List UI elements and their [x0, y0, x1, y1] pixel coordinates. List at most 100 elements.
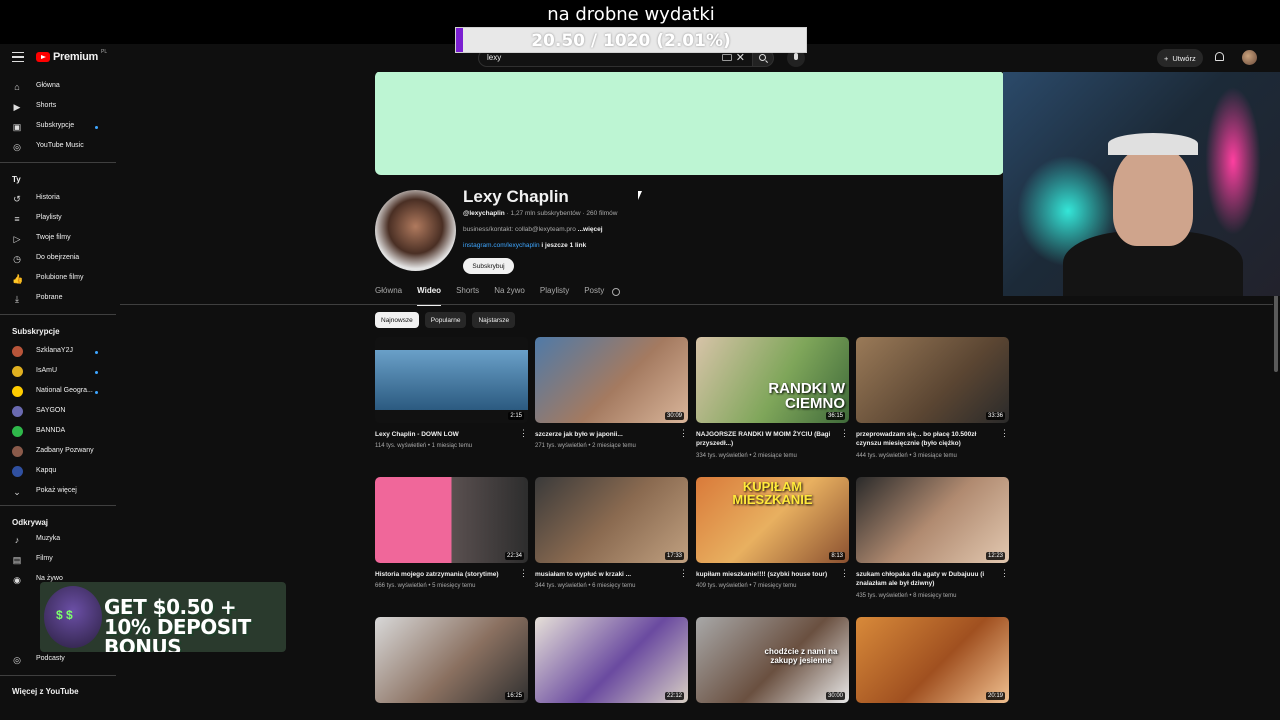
sidebar-item-twoje-filmy[interactable]: ▷ Twoje filmy — [0, 229, 116, 249]
video-card[interactable]: 17:33 musiałam to wypłuć w krzaki ... ⋮ 344… — [535, 477, 688, 589]
more-options-icon[interactable]: ⋮ — [840, 429, 849, 438]
menu-icon[interactable] — [12, 52, 24, 62]
channel-search-icon[interactable] — [612, 288, 620, 296]
video-title[interactable]: przeprowadzam się... bo płacę 10.500zł c… — [856, 430, 996, 448]
more-options-icon[interactable]: ⋮ — [679, 569, 688, 578]
video-thumbnail[interactable]: 22:12 — [535, 617, 688, 703]
subscription-item[interactable]: BANNDA — [0, 422, 116, 442]
you-heading[interactable]: Ty — [12, 175, 21, 184]
video-meta: 114 tys. wyświetleń • 1 miesiąc temu — [375, 443, 473, 449]
more-options-icon[interactable]: ⋮ — [1000, 569, 1009, 578]
subscription-item[interactable]: Kapqu — [0, 462, 116, 482]
video-title[interactable]: szczerze jak było w japonii... — [535, 430, 675, 439]
video-card[interactable]: 20:19 — [856, 617, 1009, 703]
sidebar-item-youtube-music[interactable]: ◎ YouTube Music — [0, 137, 116, 157]
video-thumbnail[interactable]: chodźcie z nami na zakupy jesienne 30:00 — [696, 617, 849, 703]
sidebar-item-filmy[interactable]: ▤ Filmy — [0, 550, 116, 570]
more-options-icon[interactable]: ⋮ — [519, 569, 528, 578]
search-icon — [759, 54, 766, 61]
video-card[interactable]: 2:15 Lexy Chaplin - DOWN LOW ⋮ 114 tys. wyś… — [375, 337, 528, 449]
sort-chip[interactable]: Najstarsze — [472, 312, 516, 328]
video-title[interactable]: szukam chłopaka dla agaty w Dubajuuu (i … — [856, 570, 996, 588]
video-card[interactable]: 30:09 szczerze jak było w japonii... ⋮ 271 … — [535, 337, 688, 449]
account-avatar[interactable] — [1242, 50, 1257, 65]
video-card[interactable]: 33:36 przeprowadzam się... bo płacę 10.50… — [856, 337, 1009, 459]
more-link[interactable]: ...więcej — [578, 226, 603, 233]
video-thumbnail[interactable]: 17:33 — [535, 477, 688, 563]
subscription-label: Pokaż więcej — [36, 487, 77, 494]
tab-1[interactable]: Wideo — [417, 286, 441, 306]
video-thumbnail[interactable]: 30:09 — [535, 337, 688, 423]
keyboard-icon[interactable] — [722, 54, 732, 61]
sort-chip[interactable]: Popularne — [424, 312, 467, 328]
sort-chip[interactable]: Najnowsze — [375, 312, 419, 328]
video-card[interactable]: 12:23 szukam chłopaka dla agaty w Dubajuu… — [856, 477, 1009, 599]
video-thumbnail[interactable]: 33:36 — [856, 337, 1009, 423]
sidebar-item-shorts[interactable]: ▶ Shorts — [0, 97, 116, 117]
channel-name: Lexy Chaplin — [463, 187, 569, 206]
sidebar-item-muzyka[interactable]: ♪ Muzyka — [0, 530, 116, 550]
more-options-icon[interactable]: ⋮ — [840, 569, 849, 578]
video-card[interactable]: chodźcie z nami na zakupy jesienne 30:00 — [696, 617, 849, 703]
subscription-item[interactable]: Zadbany Pozwany — [0, 442, 116, 462]
video-card[interactable]: 22:34 Historia mojego zatrzymania (storyt… — [375, 477, 528, 589]
sidebar-item-do-obejrzenia[interactable]: ◷ Do obejrzenia — [0, 249, 116, 269]
subscriptions-icon: ▣ — [12, 122, 22, 132]
video-thumbnail[interactable]: RANDKI W CIEMNO 36:15 — [696, 337, 849, 423]
video-thumbnail[interactable]: 2:15 — [375, 337, 528, 423]
more-options-icon[interactable]: ⋮ — [679, 429, 688, 438]
video-card[interactable]: 22:12 — [535, 617, 688, 703]
channel-avatar-small — [12, 446, 23, 457]
tab-4[interactable]: Playlisty — [540, 286, 569, 305]
video-title[interactable]: kupiłam mieszkanie!!!! (szybki house tou… — [696, 570, 836, 579]
subscription-item[interactable]: ⌄ Pokaż więcej — [0, 482, 116, 502]
sidebar-item-playlisty[interactable]: ≡ Playlisty — [0, 209, 116, 229]
sidebar-item-subskrypcje[interactable]: ▣ Subskrypcje — [0, 117, 116, 137]
more-options-icon[interactable]: ⋮ — [1000, 429, 1009, 438]
more-links[interactable]: i jeszcze 1 link — [540, 242, 586, 249]
sidebar-item-podcasty[interactable]: ◎ Podcasty — [0, 650, 116, 670]
video-thumbnail[interactable]: 22:34 — [375, 477, 528, 563]
video-title[interactable]: Historia mojego zatrzymania (storytime) — [375, 570, 515, 579]
notifications-bell-icon[interactable] — [1215, 52, 1224, 61]
subscription-item[interactable]: SzklanaY2J — [0, 342, 116, 362]
video-thumbnail[interactable]: 20:19 — [856, 617, 1009, 703]
instagram-link[interactable]: instagram.com/lexychaplin — [463, 242, 540, 249]
subscribe-button[interactable]: Subskrybuj — [463, 258, 514, 274]
more-from-youtube-heading: Więcej z YouTube — [12, 687, 79, 696]
create-button[interactable]: + Utwórz — [1157, 49, 1203, 67]
sidebar-item-label: Muzyka — [36, 535, 61, 542]
video-duration: 2:15 — [508, 412, 524, 420]
subscription-item[interactable]: IsAmU — [0, 362, 116, 382]
logo-text: Premium — [53, 51, 98, 63]
subscription-item[interactable]: National Geogra... — [0, 382, 116, 402]
subscription-item[interactable]: SAYGON — [0, 402, 116, 422]
tab-2[interactable]: Shorts — [456, 286, 479, 305]
video-title[interactable]: musiałam to wypłuć w krzaki ... — [535, 570, 675, 579]
channel-link[interactable]: instagram.com/lexychaplin i jeszcze 1 li… — [463, 242, 586, 249]
channel-banner — [375, 71, 1004, 175]
sidebar-item-g-wna[interactable]: ⌂ Główna — [0, 77, 116, 97]
video-card[interactable]: 16:25 — [375, 617, 528, 703]
video-title[interactable]: NAJGORSZE RANDKI W MOIM ŻYCIU (Bagi przy… — [696, 430, 836, 448]
thumbnail-overlay-text: KUPIŁAM MIESZKANIE — [732, 479, 813, 507]
youtube-logo[interactable]: Premium PL — [36, 49, 107, 63]
channel-description[interactable]: business/kontakt: collab@lexyteam.pro ..… — [463, 226, 603, 233]
video-card[interactable]: KUPIŁAM MIESZKANIE 8:13 kupiłam mieszkanie… — [696, 477, 849, 589]
video-meta: 271 tys. wyświetleń • 2 miesiące temu — [535, 443, 636, 449]
subscriptions-heading[interactable]: Subskrypcje — [12, 327, 60, 336]
tab-0[interactable]: Główna — [375, 286, 402, 305]
video-thumbnail[interactable]: 12:23 — [856, 477, 1009, 563]
tab-3[interactable]: Na żywo — [494, 286, 525, 305]
video-thumbnail[interactable]: KUPIŁAM MIESZKANIE 8:13 — [696, 477, 849, 563]
more-options-icon[interactable]: ⋮ — [519, 429, 528, 438]
sidebar-item-polubione-filmy[interactable]: 👍 Polubione filmy — [0, 269, 116, 289]
video-title[interactable]: Lexy Chaplin - DOWN LOW — [375, 430, 515, 439]
channel-description-text: business/kontakt: collab@lexyteam.pro — [463, 226, 578, 233]
tab-5[interactable]: Posty — [584, 286, 604, 305]
new-content-dot — [95, 126, 98, 129]
video-card[interactable]: RANDKI W CIEMNO 36:15 NAJGORSZE RANDKI W M… — [696, 337, 849, 459]
video-thumbnail[interactable]: 16:25 — [375, 617, 528, 703]
sidebar-item-historia[interactable]: ↺ Historia — [0, 189, 116, 209]
sidebar-item-pobrane[interactable]: ⤓ Pobrane — [0, 289, 116, 309]
